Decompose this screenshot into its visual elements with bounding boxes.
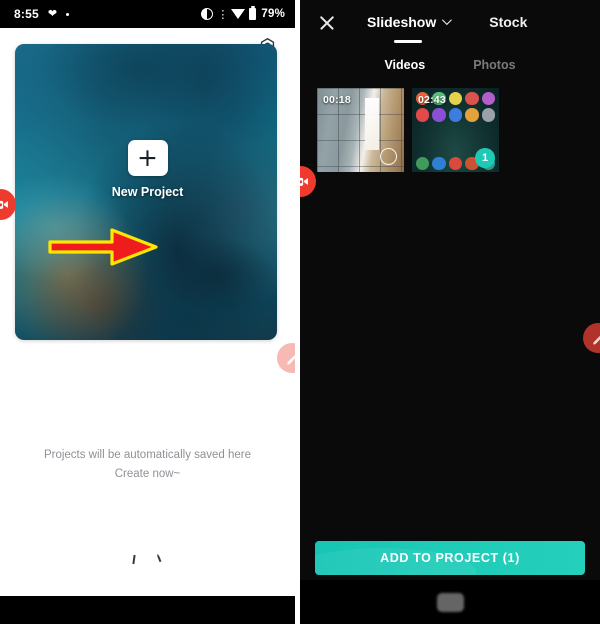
app-icon (448, 156, 463, 170)
media-item-2[interactable]: 02:43 1 (412, 88, 499, 172)
tab-videos[interactable]: Videos (384, 58, 425, 72)
tab-active-underline (394, 40, 423, 43)
left-bottom-bar (0, 596, 295, 624)
app-icon (448, 108, 463, 122)
status-bar-left: 8:55 ❤ (14, 7, 70, 21)
app-icon (481, 108, 495, 122)
pencil-icon[interactable] (277, 343, 295, 373)
status-bar-right: ⋮ 79% (201, 6, 285, 21)
empty-state-text: Projects will be automatically saved her… (0, 446, 295, 484)
media-type-tabs: Videos Photos (300, 46, 600, 84)
screenshot-root: 8:55 ❤ ⋮ 79% + New Project Projects will… (0, 0, 600, 624)
status-time: 8:55 (14, 7, 39, 21)
picker-tabs: Slideshow Stock (367, 13, 527, 43)
pencil-icon[interactable] (583, 323, 600, 353)
contrast-icon (201, 8, 214, 20)
app-icon (432, 108, 446, 122)
mark-1 (132, 554, 136, 565)
plus-icon[interactable]: + (127, 140, 168, 176)
app-icon (432, 156, 446, 170)
selection-count-badge[interactable]: 1 (475, 148, 495, 168)
picker-header: Slideshow Stock (300, 0, 600, 46)
app-icon (416, 156, 430, 170)
app-icon (465, 92, 479, 106)
media-duration: 02:43 (418, 94, 446, 106)
left-phone-panel: 8:55 ❤ ⋮ 79% + New Project Projects will… (0, 0, 295, 624)
battery-icon (249, 6, 257, 20)
new-project-button[interactable]: + New Project (0, 140, 295, 199)
empty-state-line2: Create now~ (114, 468, 181, 480)
mark-2 (156, 553, 162, 563)
app-icon (465, 108, 479, 122)
heart-icon: ❤ (47, 7, 58, 20)
tab-slideshow[interactable]: Slideshow (367, 13, 453, 43)
app-icon (416, 108, 430, 122)
thumb-highlight (364, 98, 379, 151)
bottom-marks (0, 552, 295, 566)
vibrate-icon: ⋮ (217, 8, 228, 21)
tab-stock-label: Stock (489, 13, 528, 30)
home-pill-icon[interactable] (436, 592, 464, 612)
media-grid: 00:18 02:43 1 (300, 84, 600, 172)
close-icon[interactable] (314, 10, 340, 36)
empty-state-line1: Projects will be automatically saved her… (43, 449, 252, 461)
tab-stock[interactable]: Stock (489, 14, 527, 33)
tab-photos[interactable]: Photos (473, 58, 515, 72)
app-icon (481, 92, 495, 106)
chevron-down-icon[interactable] (442, 15, 453, 26)
add-to-project-button[interactable]: ADD TO PROJECT (1) (315, 541, 585, 575)
wifi-icon (231, 9, 246, 19)
dot-icon (66, 12, 70, 16)
battery-percent: 79% (261, 8, 285, 20)
status-bar: 8:55 ❤ ⋮ 79% (0, 0, 295, 28)
app-icon (448, 92, 463, 106)
left-content: + New Project Projects will be automatic… (0, 28, 295, 596)
system-nav-bar (300, 580, 600, 624)
tab-slideshow-label: Slideshow (367, 13, 437, 30)
right-phone-panel: Slideshow Stock Videos Photos 00:18 02:4… (300, 0, 600, 624)
media-item-1[interactable]: 00:18 (317, 88, 404, 172)
new-project-label: New Project (111, 185, 184, 199)
empty-circle-icon[interactable] (380, 148, 397, 165)
media-duration: 00:18 (323, 94, 351, 106)
